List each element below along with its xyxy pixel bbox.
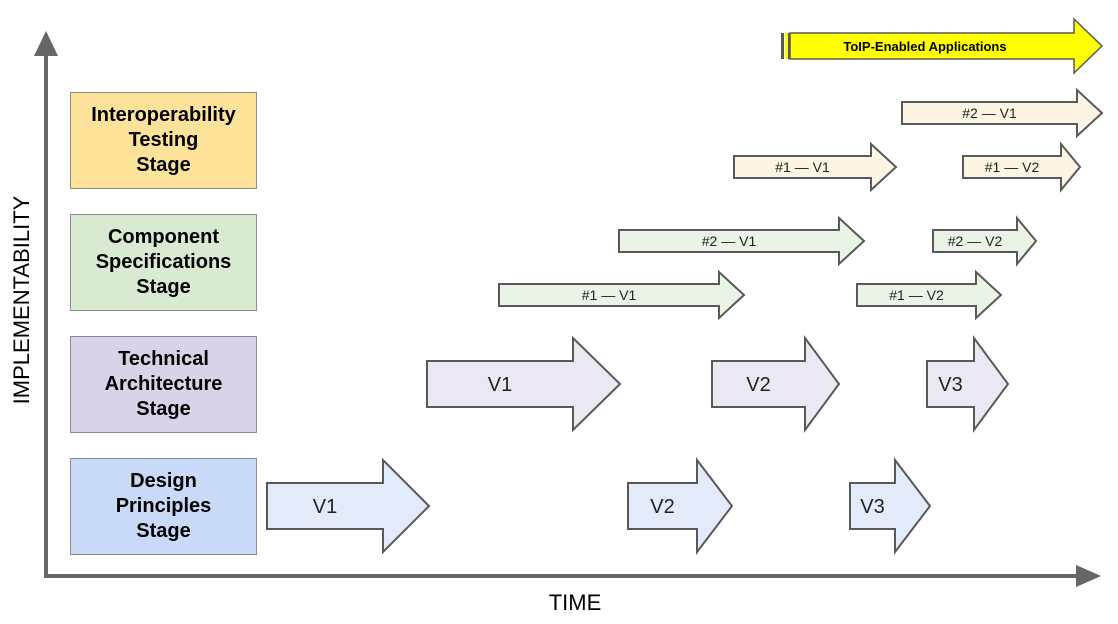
arrow-label: V3 bbox=[860, 496, 884, 518]
arrow-shape bbox=[426, 335, 622, 433]
arrow-label: #2 — V1 bbox=[702, 233, 757, 249]
x-axis bbox=[44, 565, 1101, 587]
architecture-arrow-2: V2 bbox=[711, 334, 841, 434]
banner-label: ToIP-Enabled Applications bbox=[843, 39, 1006, 54]
interop-arrow-3: #1 — V2 bbox=[962, 141, 1082, 193]
y-axis-arrowhead-icon bbox=[34, 31, 58, 56]
architecture-arrow-3: V3 bbox=[926, 334, 1010, 434]
arrow-label: V2 bbox=[650, 496, 674, 518]
arrow-label: #1 — V2 bbox=[985, 159, 1040, 175]
interop-arrow-1: #1 — V1 bbox=[733, 141, 898, 193]
roadmap-diagram: #1 — V1 #2 — V1 #1 — V2 #1 — V1 #2 — V1 #1 — … bbox=[34, 17, 1104, 587]
design-arrow-1: V1 bbox=[266, 457, 431, 555]
arrow-label: V1 bbox=[313, 496, 337, 518]
arrow-label: #2 — V1 bbox=[962, 105, 1017, 121]
design-arrow-3: V3 bbox=[849, 457, 932, 555]
arrow-label: #1 — V1 bbox=[775, 159, 830, 175]
toip-enabled-applications-arrow: ToIP-Enabled Applications bbox=[781, 17, 1104, 75]
component-arrow-1: #1 — V1 bbox=[498, 269, 746, 321]
arrow-label: V2 bbox=[746, 374, 770, 396]
design-arrow-2: V2 bbox=[627, 457, 734, 555]
arrow-label: V3 bbox=[938, 374, 962, 396]
arrow-label: #2 — V2 bbox=[948, 233, 1003, 249]
y-axis bbox=[34, 31, 58, 578]
component-arrow-2: #2 — V1 bbox=[618, 215, 866, 267]
component-arrow-3: #1 — V2 bbox=[856, 269, 1003, 321]
x-axis-arrowhead-icon bbox=[1076, 565, 1101, 587]
banner-tail-stripe bbox=[781, 33, 784, 59]
architecture-arrow-1: V1 bbox=[426, 335, 622, 433]
arrow-shape bbox=[711, 334, 841, 434]
interop-arrow-2: #2 — V1 bbox=[901, 87, 1104, 139]
arrow-shape bbox=[627, 457, 734, 555]
banner-tail-stripe bbox=[785, 33, 788, 59]
component-arrow-4: #2 — V2 bbox=[932, 215, 1038, 267]
arrow-label: #1 — V1 bbox=[582, 287, 637, 303]
arrow-label: #1 — V2 bbox=[889, 287, 944, 303]
arrow-shape bbox=[266, 457, 431, 555]
arrow-label: V1 bbox=[488, 374, 512, 396]
